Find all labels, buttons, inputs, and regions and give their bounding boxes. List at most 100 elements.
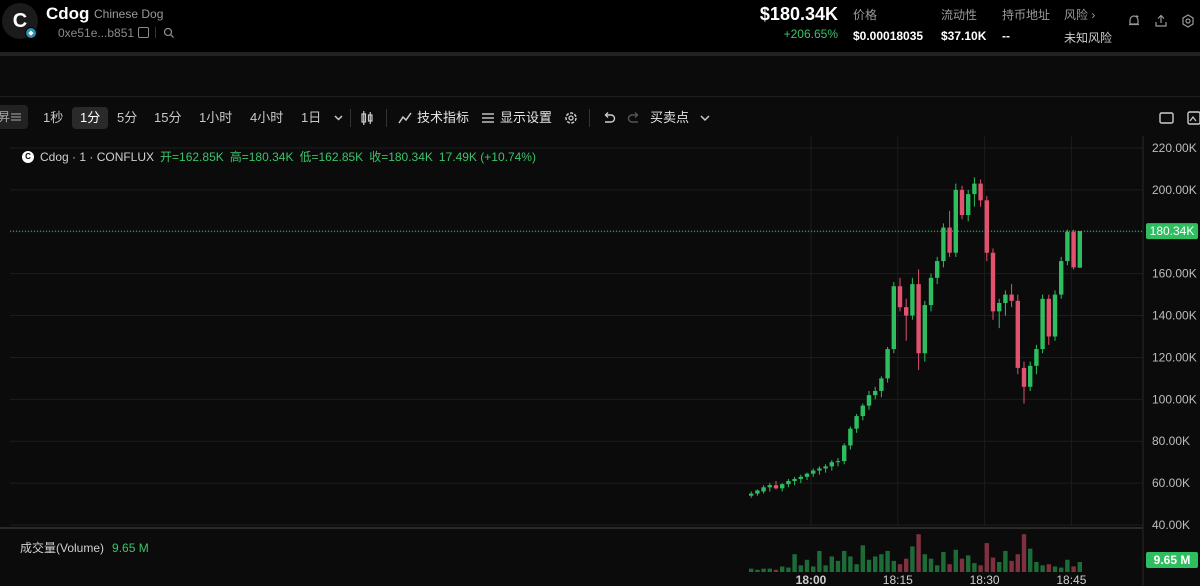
volume-bar <box>984 543 989 572</box>
header-divider <box>0 52 1200 56</box>
candle-body <box>904 307 909 316</box>
volume-bar <box>786 567 791 572</box>
volume-value-badge <box>1146 552 1198 568</box>
chevron-down-icon[interactable] <box>699 113 711 123</box>
menu-lines-icon <box>11 113 21 121</box>
interval-1s[interactable]: 1秒 <box>39 107 67 129</box>
token-name: Chinese Dog <box>94 7 164 21</box>
interval-4h[interactable]: 4小时 <box>246 107 287 129</box>
toolbar-divider <box>589 109 590 127</box>
display-settings-icon[interactable] <box>481 111 495 125</box>
volume-bar <box>897 564 903 572</box>
indicators-icon[interactable] <box>398 111 412 125</box>
interval-15m[interactable]: 15分 <box>150 107 185 129</box>
candle-body <box>842 445 847 462</box>
volume-bar <box>1021 534 1027 572</box>
volume-bar <box>780 566 785 572</box>
display-settings-button[interactable]: 显示设置 <box>496 107 556 129</box>
indicators-button[interactable]: 技术指标 <box>413 107 473 129</box>
candle-body <box>811 470 816 474</box>
candle-body <box>773 485 779 489</box>
candle-body <box>873 390 878 396</box>
volume-bar <box>972 563 977 572</box>
volume-bar <box>959 558 965 572</box>
volume-bar <box>755 569 760 572</box>
symbol-logo-icon: C <box>22 150 34 163</box>
interval-5m[interactable]: 5分 <box>113 107 141 129</box>
stat-price: 价格 $0.00018035 <box>853 6 923 43</box>
candle-body <box>885 349 890 379</box>
candle-body <box>1052 294 1058 337</box>
volume-axis-label: 9.65 M <box>1154 553 1191 567</box>
volume-bar <box>978 565 983 572</box>
candle-body <box>1021 367 1027 387</box>
undo-icon[interactable] <box>602 111 616 125</box>
volume-bar <box>1009 560 1014 572</box>
screenshot-icon[interactable] <box>1187 111 1200 125</box>
volume-bar <box>935 565 940 572</box>
volume-bar <box>916 534 921 572</box>
legend-high: 高=180.34K <box>229 150 294 164</box>
bell-add-icon[interactable] <box>1127 14 1141 28</box>
volume-bar <box>823 565 828 572</box>
gear-icon[interactable] <box>563 110 579 126</box>
redo-icon[interactable] <box>627 111 641 125</box>
volume-bar <box>842 550 847 572</box>
interval-1d[interactable]: 1日 <box>297 107 325 129</box>
candle-body <box>823 466 828 469</box>
toolbar-divider <box>350 109 351 127</box>
y-tick-label: 120.00K <box>1152 350 1197 364</box>
buy-sell-points-dropdown[interactable]: 买卖点 <box>646 107 693 129</box>
candle-body <box>990 252 996 312</box>
token-header: C ◆ Cdog Chinese Dog 0xe51e...b851 $180.… <box>0 0 1200 52</box>
volume-bar <box>792 554 797 572</box>
candle-body <box>804 473 810 477</box>
chain-badge-icon: ◆ <box>25 27 37 39</box>
stat-holders: 持币地址 -- <box>1002 6 1050 43</box>
volume-bar <box>873 556 878 572</box>
chevron-down-icon[interactable] <box>333 113 344 123</box>
candle-body <box>817 468 822 471</box>
volume-bar <box>904 558 909 572</box>
settings-icon[interactable] <box>1181 14 1195 28</box>
candle-type-icon[interactable] <box>360 110 374 126</box>
volume-bar <box>990 557 996 572</box>
divider <box>155 27 156 38</box>
price-chart[interactable]: 220.00K 200.00K 180.00K 160.00K 140.00K 120.0… <box>0 0 1200 586</box>
volume-bar <box>1003 550 1008 572</box>
token-symbol: Cdog <box>46 4 90 23</box>
stat-risk[interactable]: 风险 › 未知风险 <box>1064 6 1112 46</box>
volume-bar <box>941 552 946 572</box>
volume-bar <box>1034 562 1039 572</box>
candle-body <box>755 490 760 494</box>
y-tick-label: 100.00K <box>1152 392 1197 406</box>
candle-body <box>1028 365 1033 387</box>
fullscreen-panel-icon[interactable] <box>1159 112 1174 124</box>
copy-icon[interactable] <box>138 27 149 38</box>
candle-body <box>866 395 872 406</box>
interval-1m[interactable]: 1分 <box>72 107 109 129</box>
volume-bar <box>1028 548 1033 572</box>
volume-bar <box>1015 554 1020 572</box>
token-address[interactable]: 0xe51e...b851 <box>58 26 134 40</box>
toolbar-left-tab[interactable]: 昇 <box>0 105 28 129</box>
interval-1h[interactable]: 1小时 <box>195 107 236 129</box>
volume-bar <box>749 568 754 572</box>
volume-bar <box>767 568 772 572</box>
candle-body <box>879 378 884 391</box>
volume-bar <box>804 559 810 572</box>
candle-body <box>984 200 989 253</box>
candle-body <box>972 183 977 195</box>
share-icon[interactable] <box>1154 14 1168 28</box>
volume-bar <box>866 559 872 572</box>
candle-body <box>1059 261 1064 295</box>
y-tick-label: 140.00K <box>1152 309 1197 323</box>
candle-body <box>1065 231 1070 262</box>
stat-liquidity: 流动性 $37.10K <box>941 6 986 43</box>
x-tick-label: 18:00 <box>796 573 827 586</box>
candle-body <box>792 478 797 482</box>
search-icon[interactable] <box>163 27 175 39</box>
candle-body <box>1003 294 1008 303</box>
stat-value: $0.00018035 <box>853 29 924 43</box>
x-tick-label: 18:30 <box>970 573 1000 586</box>
